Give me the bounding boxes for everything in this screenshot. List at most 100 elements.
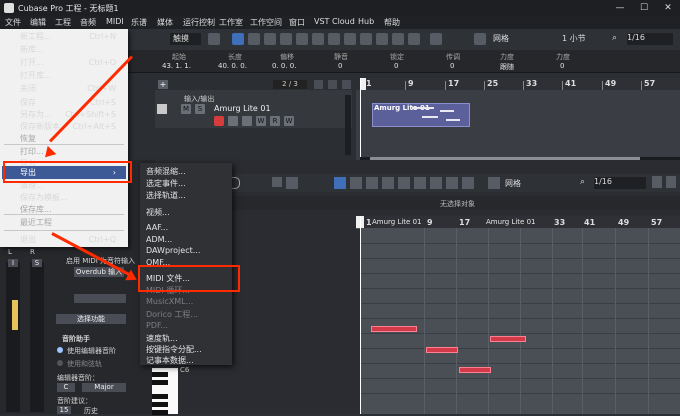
insert-button[interactable]: I: [8, 259, 18, 267]
editor-link-icon[interactable]: [272, 177, 282, 187]
menu-help[interactable]: 帮助: [384, 17, 400, 28]
mute-button[interactable]: M: [181, 104, 191, 114]
editor-speaker-icon[interactable]: [462, 177, 474, 189]
color-icon[interactable]: [430, 33, 442, 45]
editor-search-icon[interactable]: ⌕: [580, 177, 585, 187]
menu-midi[interactable]: MIDI: [106, 17, 124, 26]
export-tempo-track[interactable]: 速度轨...: [146, 333, 178, 344]
editor-glue-icon[interactable]: [414, 177, 426, 189]
export-dawproject[interactable]: DAWproject...: [146, 246, 200, 255]
maximize-button[interactable]: ☐: [632, 2, 656, 14]
menu-media[interactable]: 媒体: [157, 17, 173, 28]
editor-panel-icon[interactable]: [652, 176, 662, 188]
radio-chord-track[interactable]: [57, 360, 63, 366]
track-name[interactable]: Amurg Lite 01: [214, 104, 271, 113]
read-button[interactable]: R: [270, 116, 280, 126]
editor-mute-icon[interactable]: [446, 177, 458, 189]
solo-button[interactable]: S: [195, 104, 205, 114]
menu-audio[interactable]: 音频: [80, 17, 96, 28]
write-automation-button[interactable]: W: [284, 116, 294, 126]
info-velocity-value[interactable]: 跟随: [500, 62, 514, 72]
export-video[interactable]: 视频...: [146, 207, 170, 218]
menu-vst-cloud[interactable]: VST Cloud: [314, 17, 355, 26]
select-function-button[interactable]: 选择功能: [56, 314, 126, 324]
monitor-button[interactable]: [228, 116, 238, 126]
editor-snap-icon[interactable]: [488, 177, 500, 189]
menu-new-project[interactable]: 新工程... Ctrl+N: [2, 30, 126, 43]
midi-note[interactable]: [426, 347, 458, 353]
write-button[interactable]: W: [256, 116, 266, 126]
info-length-value[interactable]: 40. 0. 0.: [218, 62, 247, 70]
menu-score[interactable]: 乐谱: [131, 17, 147, 28]
editor-split-icon[interactable]: [398, 177, 410, 189]
sync-icon[interactable]: [342, 80, 351, 89]
add-track-icon[interactable]: +: [158, 80, 168, 89]
menu-workspaces[interactable]: 工作空间: [250, 17, 282, 28]
menu-window[interactable]: 窗口: [289, 17, 305, 28]
editor-grid-select[interactable]: 网格: [505, 178, 521, 189]
menu-new-library[interactable]: 新库...: [2, 43, 126, 56]
export-audio-mixdown[interactable]: 音频混缩...: [146, 166, 186, 177]
quantize-icon[interactable]: [208, 33, 220, 45]
snap-icon[interactable]: [474, 33, 486, 45]
quantize-preset-select[interactable]: 1 小节: [562, 33, 586, 44]
scale-mode-select[interactable]: Major: [82, 383, 126, 392]
send-button[interactable]: S: [32, 259, 42, 267]
track-scrollbar[interactable]: [345, 95, 351, 155]
mute-tool-icon[interactable]: [328, 33, 340, 45]
menu-file[interactable]: 文件: [5, 17, 21, 28]
range-tool-icon[interactable]: [248, 33, 260, 45]
info-lock-value[interactable]: 0: [394, 62, 398, 70]
chord-assistant-header[interactable]: 音阶助手: [62, 334, 90, 344]
info-velocity2-value[interactable]: 0: [560, 62, 564, 70]
export-aaf[interactable]: AAF...: [146, 223, 168, 232]
time-warp-icon[interactable]: [344, 33, 356, 45]
close-button[interactable]: ✕: [656, 2, 680, 14]
grid-type-select[interactable]: 网格: [493, 33, 509, 44]
export-adm[interactable]: ADM...: [146, 235, 172, 244]
info-mute-value[interactable]: 0: [338, 62, 342, 70]
editor-quantize-field[interactable]: 1/16: [594, 177, 646, 189]
menu-open[interactable]: 打开... Ctrl+O: [2, 56, 126, 69]
scale-key-select[interactable]: C: [57, 383, 75, 392]
visibility-icon[interactable]: [328, 80, 337, 89]
editor-trim-icon[interactable]: [382, 177, 394, 189]
channel-fader-handle[interactable]: [12, 300, 18, 330]
glue-tool-icon[interactable]: [280, 33, 292, 45]
black-key[interactable]: [152, 402, 168, 407]
record-enable-button[interactable]: [214, 116, 224, 126]
midi-note[interactable]: [490, 336, 526, 342]
menu-transport[interactable]: 运行控制: [183, 17, 215, 28]
split-tool-icon[interactable]: [264, 33, 276, 45]
editor-zoom-icon[interactable]: [430, 177, 442, 189]
export-notepad-data[interactable]: 记事本数据...: [146, 355, 194, 366]
menu-hub[interactable]: Hub: [358, 17, 374, 26]
editor-draw-icon[interactable]: [350, 177, 362, 189]
radio-editor-scale[interactable]: [57, 347, 63, 353]
black-key[interactable]: [152, 380, 168, 385]
info-start-value[interactable]: 43. 1. 1.: [162, 62, 191, 70]
export-selected-events[interactable]: 选定事件...: [146, 178, 186, 189]
editor-erase-icon[interactable]: [366, 177, 378, 189]
black-key[interactable]: [152, 394, 168, 399]
info-transpose-value[interactable]: 0: [450, 62, 454, 70]
erase-tool-icon[interactable]: [296, 33, 308, 45]
info-offset-value[interactable]: 0. 0. 0.: [272, 62, 297, 70]
black-key[interactable]: [152, 410, 168, 415]
quantize-value-field[interactable]: 1/16: [627, 33, 673, 45]
menu-project[interactable]: 工程: [55, 17, 71, 28]
editor-quantize-icon[interactable]: [286, 177, 298, 189]
use-editor-scale-label[interactable]: 使用编辑器音阶: [67, 346, 116, 356]
editor-arrow-icon[interactable]: [334, 177, 346, 189]
home-icon[interactable]: [314, 80, 323, 89]
edit-button[interactable]: [242, 116, 252, 126]
draw-tool-icon[interactable]: [360, 33, 372, 45]
touch-mode-select[interactable]: 触摸: [170, 33, 201, 45]
export-key-commands[interactable]: 按键指令分配...: [146, 344, 202, 355]
minimize-button[interactable]: —: [608, 2, 632, 14]
midi-note[interactable]: [371, 326, 417, 332]
use-chord-track-label[interactable]: 使用和弦轨: [67, 359, 102, 369]
channel-fader-track[interactable]: [6, 262, 20, 412]
export-selected-tracks[interactable]: 选择轨道...: [146, 190, 186, 201]
menu-edit[interactable]: 编辑: [30, 17, 46, 28]
